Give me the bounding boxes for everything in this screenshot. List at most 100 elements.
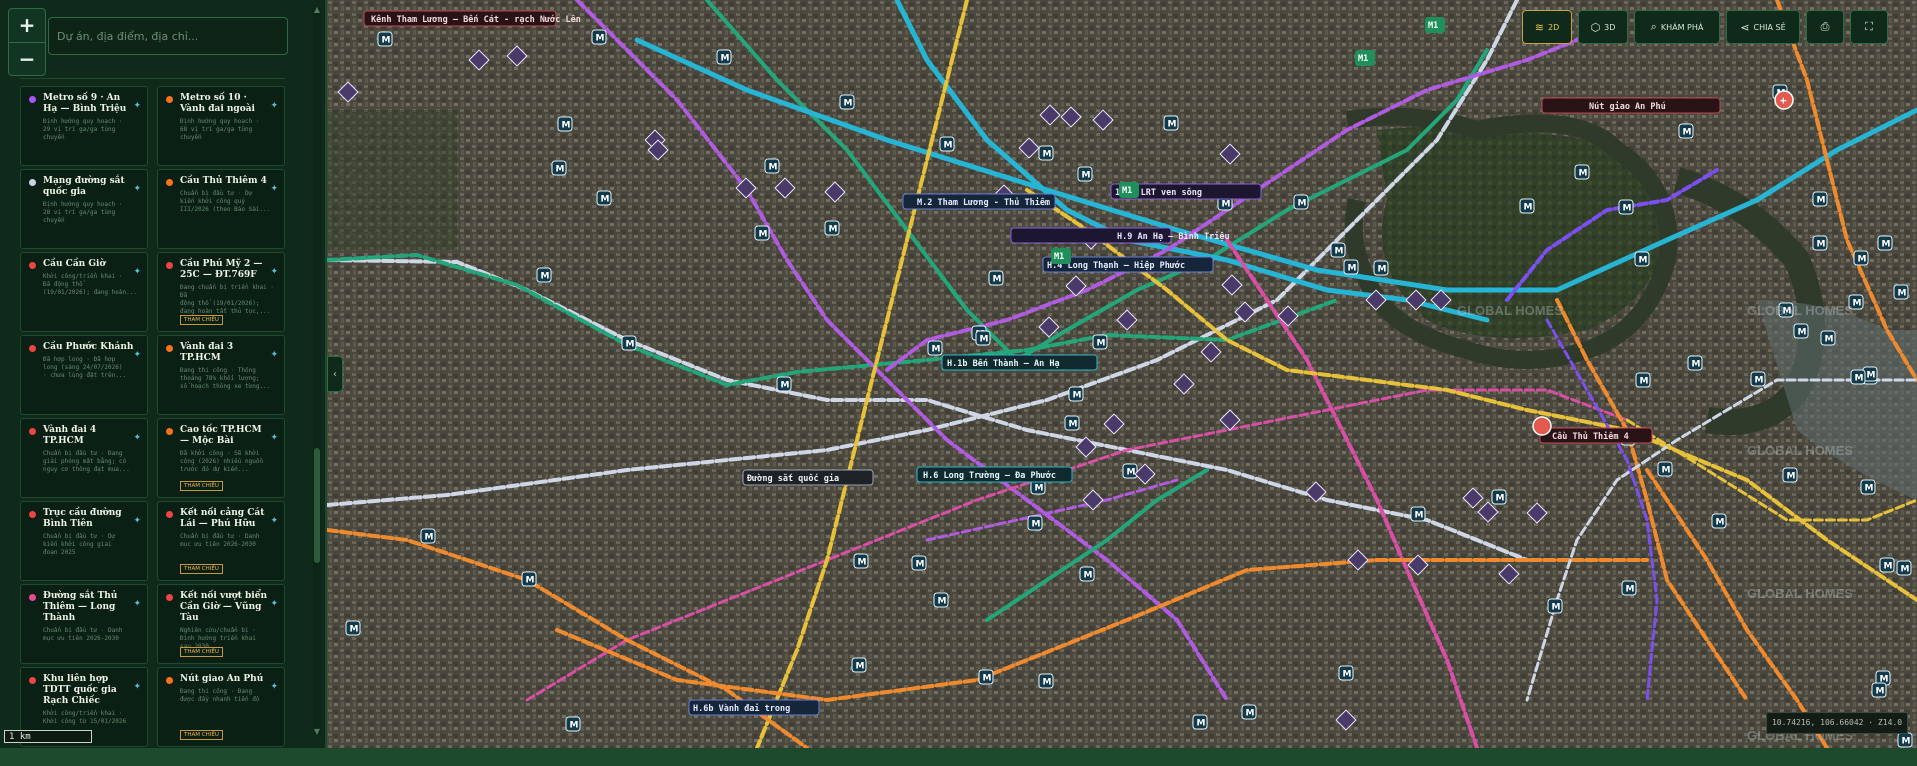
watermark: GLOBAL HOMES [1457, 303, 1563, 318]
station-glyph: M [1378, 265, 1387, 275]
station-glyph: M [1692, 360, 1701, 370]
station-glyph: M [382, 36, 391, 46]
pin-icon[interactable]: ✦ [133, 682, 141, 692]
collapse-sidebar-button[interactable]: ‹ [327, 356, 343, 392]
card-title: Cầu Cần Giờ [43, 259, 106, 269]
station-glyph: M [844, 99, 853, 109]
station-glyph: M [1902, 737, 1911, 747]
pin-icon[interactable]: ✦ [270, 516, 278, 526]
project-card[interactable]: ✦ Mạng đường sắt quốc gia Định hướng quy h… [20, 169, 148, 249]
scroll-up-icon[interactable]: ▲ [313, 6, 321, 14]
reference-badge[interactable]: THAM CHIẾU [180, 315, 223, 325]
scroll-down-icon[interactable]: ▼ [313, 728, 321, 736]
pin-icon[interactable]: ✦ [270, 433, 278, 443]
project-card[interactable]: ✦ Kết nối vượt biển Cần Giờ — Vũng Tàu Ngh… [157, 584, 285, 664]
project-card[interactable]: ✦ Cầu Cần Giờ Khởi công/triển khai · Đã độ… [20, 252, 148, 332]
card-title: Metro số 10 · Vành đai ngoài [180, 93, 255, 114]
zoom-in-button[interactable]: + [9, 9, 45, 42]
pin-icon[interactable]: ✦ [270, 599, 278, 609]
reference-badge[interactable]: THAM CHIẾU [180, 564, 223, 574]
project-card[interactable]: ✦ Cao tốc TP.HCM — Mộc Bài Đã khởi công · … [157, 418, 285, 498]
label-h6: H.6 Long Trường — Đa Phước [923, 470, 1056, 481]
label-h1b: H.1b Bến Thành — An Hạ [947, 358, 1060, 369]
station-glyph: M [1626, 585, 1635, 595]
station-glyph: M [1867, 371, 1876, 381]
card-status: Định hướng quy hoạch · 28 vị trí ga/ga t… [43, 201, 123, 224]
station-glyph: M [1639, 256, 1648, 266]
status-dot [29, 511, 36, 518]
station-glyph: M [858, 558, 867, 568]
search-input[interactable] [49, 18, 287, 54]
status-dot [166, 511, 173, 518]
pin-icon[interactable]: ✦ [270, 682, 278, 692]
cube-icon: ⬡ [1590, 20, 1601, 34]
explore-button[interactable]: ⌕ KHÁM PHÁ [1634, 10, 1720, 44]
station-glyph: M [1415, 511, 1424, 521]
reference-badge[interactable]: THAM CHIẾU [180, 481, 223, 491]
reference-badge[interactable]: THAM CHIẾU [180, 730, 223, 740]
card-title: Vành đai 4 TP.HCM [43, 425, 97, 446]
print-button[interactable]: ⎙ [1806, 10, 1844, 44]
station-glyph: M [759, 230, 768, 240]
project-card[interactable]: ✦ Cầu Phước Khánh Đã hợp long · Đã hợp lon… [20, 335, 148, 415]
card-title: Kết nối vượt biển Cần Giờ — Vũng Tàu [180, 591, 267, 623]
project-card[interactable]: ✦ Vành đai 4 TP.HCM Chuẩn bị đầu tư · Đang… [20, 418, 148, 498]
pin-icon[interactable]: ✦ [133, 433, 141, 443]
project-card[interactable]: ✦ Metro số 9 · An Hạ — Bình Triệu Định hướ… [20, 86, 148, 166]
reference-badge[interactable]: THAM CHIẾU [180, 647, 223, 657]
status-dot [29, 179, 36, 186]
station-glyph: M [350, 625, 359, 635]
project-card[interactable]: ✦ Kết nối cảng Cát Lái — Phú Hữu Chuẩn bị … [157, 501, 285, 581]
status-dot [29, 594, 36, 601]
view-3d-button[interactable]: ⬡ 3D [1578, 10, 1628, 44]
card-title: Vành đai 3 TP.HCM [180, 342, 234, 363]
station-glyph: M [781, 381, 790, 391]
station-glyph: M [938, 597, 947, 607]
label-rail: Đường sắt quốc gia [747, 473, 839, 484]
project-card[interactable]: ✦ Cầu Phú Mỹ 2 — 25C — ĐT.769F Đang chuẩn … [157, 252, 285, 332]
project-card[interactable]: ✦ Cầu Thủ Thiêm 4 Chuẩn bị đầu tư · Dự kiế… [157, 169, 285, 249]
scroll-thumb[interactable] [314, 448, 320, 563]
station-glyph: M [1298, 199, 1307, 209]
station-glyph: M [983, 674, 992, 684]
map-toolbar: ≋ 2D ⬡ 3D ⌕ KHÁM PHÁ ⋖ CHIA SẺ ⎙ ⛶ [1522, 10, 1888, 46]
share-icon: ⋖ [1740, 20, 1750, 34]
card-title: Cầu Phước Khánh [43, 342, 134, 352]
card-title: Nút giao An Phú [180, 674, 264, 684]
project-card[interactable]: ✦ Nút giao An Phú Đang thi công · Đang đượ… [157, 667, 285, 747]
station-glyph: M [1032, 520, 1041, 530]
pin-icon[interactable]: ✦ [270, 267, 278, 277]
pin-icon[interactable]: ✦ [133, 599, 141, 609]
card-status: Chuẩn bị đầu tư · Danh mục ưu tiên 2026-… [43, 627, 123, 642]
pin-icon[interactable]: ✦ [133, 101, 141, 111]
view-2d-button[interactable]: ≋ 2D [1522, 10, 1572, 44]
pin-icon[interactable]: ✦ [133, 267, 141, 277]
card-title: Metro số 9 · An Hạ — Bình Triệu [43, 93, 127, 114]
station-glyph: M [856, 662, 865, 672]
svg-text:+: + [1780, 94, 1787, 107]
pin-icon[interactable]: ✦ [133, 184, 141, 194]
pin-icon[interactable]: ✦ [270, 350, 278, 360]
map-canvas[interactable]: M M M M M M M M M M M M M M M M M M M M M M M M M M M M M M M M M M M M M M M M… [327, 0, 1917, 748]
station-glyph: M [1787, 472, 1796, 482]
bridge-pin-icon[interactable] [1532, 416, 1552, 436]
sidebar-scrollbar[interactable]: ▲ ▼ [313, 6, 321, 736]
station-glyph: M [1716, 518, 1725, 528]
project-card[interactable]: ✦ Vành đai 3 TP.HCM Đang thi công · Thông … [157, 335, 285, 415]
card-status: Chuẩn bị đầu tư · Danh mục ưu tiên 2026-… [180, 533, 260, 548]
station-glyph: M [1858, 255, 1867, 265]
share-button[interactable]: ⋖ CHIA SẺ [1726, 10, 1800, 44]
fullscreen-button[interactable]: ⛶ [1850, 10, 1888, 44]
zoom-out-button[interactable]: − [9, 41, 45, 76]
pin-icon[interactable]: ✦ [270, 101, 278, 111]
pin-icon[interactable]: ✦ [133, 516, 141, 526]
project-card[interactable]: ✦ Đường sắt Thủ Thiêm — Long Thành Chuẩn b… [20, 584, 148, 664]
station-glyph: M [1168, 120, 1177, 130]
station-glyph: M [993, 275, 1002, 285]
project-card[interactable]: ✦ Metro số 10 · Vành đai ngoài Định hướng … [157, 86, 285, 166]
pin-icon[interactable]: ✦ [133, 350, 141, 360]
pin-icon[interactable]: ✦ [270, 184, 278, 194]
station-glyph: M [596, 34, 605, 44]
project-card[interactable]: ✦ Trục cầu đường Bình Tiên Chuẩn bị đầu tư… [20, 501, 148, 581]
station-glyph: M [601, 195, 610, 205]
